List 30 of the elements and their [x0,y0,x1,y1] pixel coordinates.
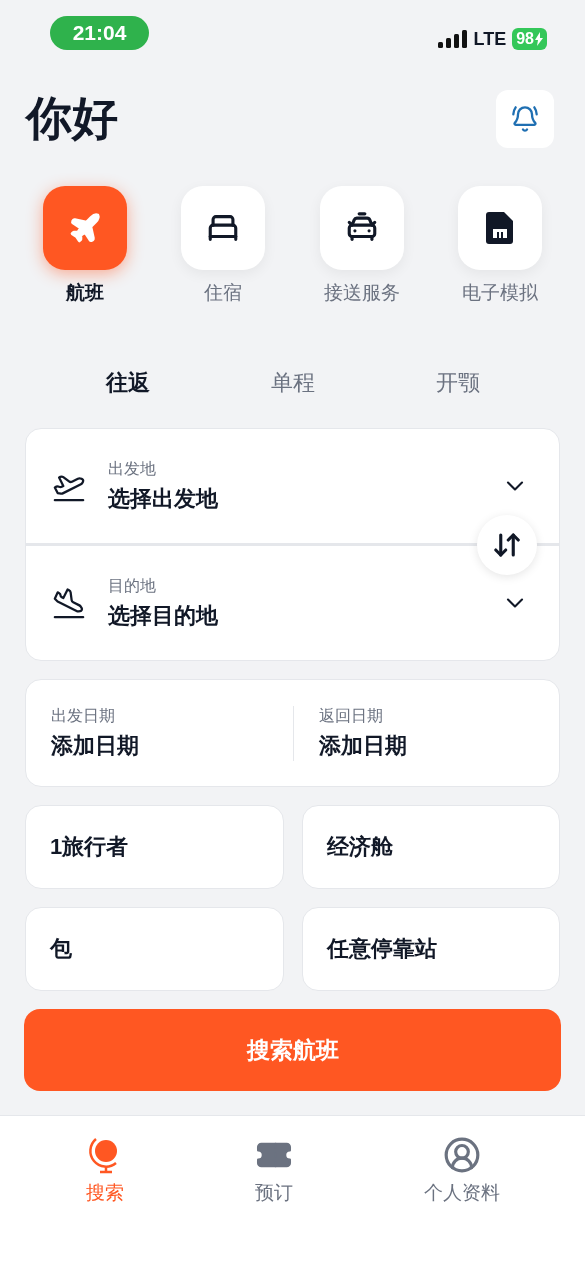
field-label: 目的地 [108,575,157,596]
battery-indicator: 98 [512,28,547,50]
option-button[interactable]: 任意停靠站 [301,907,560,991]
field-label: 返回日期 [318,705,384,726]
swap-arrows-icon [492,530,522,560]
plane-icon [68,211,103,245]
status-time: 21:04 [50,16,149,50]
trip-type-tab[interactable]: 往返 [93,362,162,404]
notification-button[interactable] [496,90,554,148]
location-field[interactable]: 选择目的地 [108,600,479,631]
date-field[interactable]: 添加日期 [51,730,293,761]
greeting-title: 你好 [26,91,118,146]
trip-type-tab[interactable]: 开颚 [423,362,492,404]
sim-card-icon [485,212,514,244]
swap-button[interactable] [477,515,537,575]
field-label: 出发地 [108,458,157,479]
location-field[interactable]: 选择出发地 [108,483,479,514]
nav-tab[interactable]: 预订 [246,1136,301,1206]
option-button[interactable]: 经济舱 [301,805,560,889]
bell-icon [511,105,539,133]
option-button[interactable]: 1旅行者 [25,805,284,889]
field-label: 出发日期 [51,705,116,726]
option-button[interactable]: 包 [25,907,284,991]
user-icon [442,1136,481,1174]
date-field[interactable]: 添加日期 [318,730,559,761]
nav-tab[interactable]: 个人资料 [415,1136,508,1206]
signal-icon [437,30,468,48]
trip-type-tab[interactable]: 单程 [258,362,327,404]
network-label: LTE [473,28,507,50]
landing-icon [52,586,86,620]
